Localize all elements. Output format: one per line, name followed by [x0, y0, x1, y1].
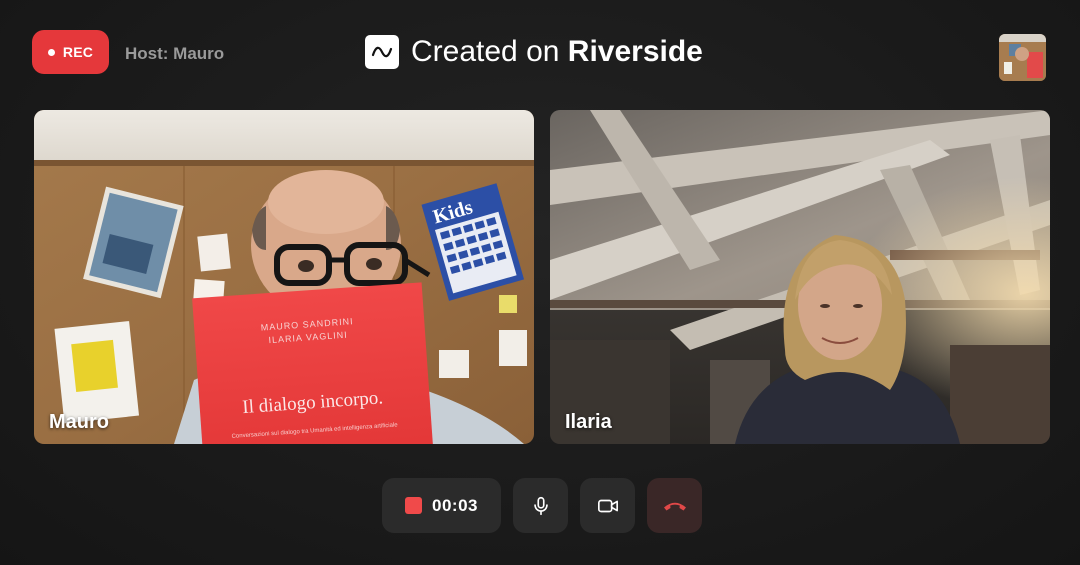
host-label: Host: Mauro [125, 44, 225, 63]
rec-badge[interactable]: REC [32, 30, 109, 74]
video-tile-ilaria[interactable]: Ilaria [550, 110, 1050, 444]
video-tile-mauro[interactable]: Kids MAURO SANDRINI ILARIA VAGLINI Il di… [34, 110, 534, 444]
camera-button[interactable] [580, 478, 635, 533]
brand: Created on Riverside [365, 33, 703, 71]
brand-prefix: Created on [411, 35, 568, 68]
video-camera-icon [597, 499, 618, 512]
recording-timer: 00:03 [432, 495, 478, 515]
brand-name: Riverside [567, 35, 703, 68]
participant-name-ilaria: Ilaria [565, 411, 612, 433]
rec-label: REC [62, 44, 94, 60]
record-dot-icon [47, 48, 55, 56]
stop-square-icon [405, 497, 422, 514]
participant-name-mauro: Mauro [49, 411, 109, 433]
ilaria-video-feed [550, 110, 1050, 444]
microphone-button[interactable] [513, 478, 568, 533]
stop-recording-button[interactable]: 00:03 [382, 478, 501, 533]
call-controls: 00:03 [382, 478, 702, 533]
self-view-thumbnail[interactable] [999, 34, 1046, 81]
microphone-icon [533, 496, 548, 515]
mauro-video-feed: Kids MAURO SANDRINI ILARIA VAGLINI Il di… [34, 110, 534, 444]
recording-studio: REC Host: Mauro Created on Riverside Kid… [0, 0, 1080, 565]
riverside-logo-icon [365, 35, 399, 69]
end-call-button[interactable] [647, 478, 702, 533]
brand-text: Created on Riverside [411, 35, 703, 69]
hang-up-phone-icon [663, 502, 686, 510]
